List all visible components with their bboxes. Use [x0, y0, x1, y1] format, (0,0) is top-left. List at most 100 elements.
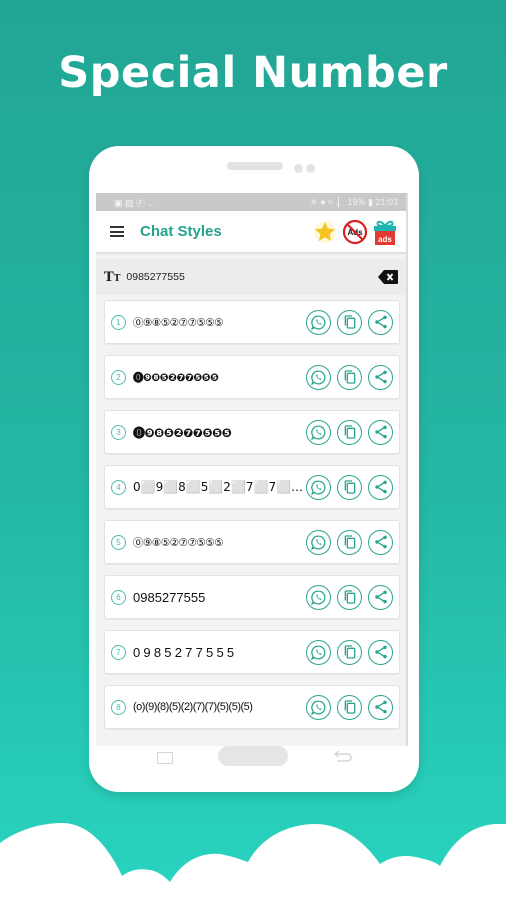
share-icon	[374, 535, 387, 549]
backspace-clear-icon[interactable]	[378, 270, 398, 284]
styled-number-text[interactable]: ⓪⑨⑧⑤②⑦⑦⑤⑤⑤	[133, 535, 306, 550]
whatsapp-button[interactable]	[306, 474, 331, 500]
share-button[interactable]	[368, 529, 393, 555]
share-icon	[374, 315, 387, 329]
home-button[interactable]	[218, 746, 288, 766]
svg-text:ads: ads	[378, 235, 392, 244]
styled-number-text[interactable]: (o)(9)(8)(5)(2)(7)(7)(5)(5)(5)	[133, 701, 306, 713]
text-size-icon: TT	[104, 269, 121, 285]
status-system: ✳ ● ≈ .▏ 19% ▮ 21:03	[310, 196, 398, 207]
share-button[interactable]	[368, 309, 393, 335]
styles-list: 1 ⓪⑨⑧⑤②⑦⑦⑤⑤⑤ 2 ⓿❾❽❺❷❼❼❺❺❺ 3 ⓿❾❽❺❷❼❼❺❺❺ 4…	[96, 295, 408, 729]
whatsapp-icon	[310, 369, 326, 385]
share-button[interactable]	[368, 474, 393, 500]
style-index-badge: 2	[111, 369, 126, 385]
phone-sensor	[294, 164, 303, 173]
share-button[interactable]	[368, 639, 393, 665]
back-arrow-icon[interactable]	[333, 749, 353, 763]
copy-icon	[344, 535, 355, 549]
whatsapp-icon	[310, 534, 326, 550]
gift-ads-button[interactable]: ads	[370, 217, 400, 247]
number-input[interactable]	[126, 271, 378, 283]
styled-number-text[interactable]: ⓿❾❽❺❷❼❼❺❺❺	[133, 424, 306, 441]
copy-icon	[344, 645, 355, 659]
whatsapp-icon	[310, 479, 326, 495]
whatsapp-button[interactable]	[306, 584, 331, 610]
style-index-badge: 8	[111, 699, 126, 715]
phone-camera	[306, 164, 315, 173]
remove-ads-button[interactable]: Ads	[340, 217, 370, 247]
share-icon	[374, 645, 387, 659]
whatsapp-button[interactable]	[306, 419, 331, 445]
styled-number-text[interactable]: ⓪⑨⑧⑤②⑦⑦⑤⑤⑤	[133, 315, 306, 330]
android-nav-bar	[89, 746, 419, 770]
number-input-bar: TT	[96, 259, 408, 295]
style-list-item: 8 (o)(9)(8)(5)(2)(7)(7)(5)(5)(5)	[104, 685, 400, 729]
rate-star-button[interactable]	[310, 217, 340, 247]
item-actions	[306, 474, 393, 500]
style-list-item: 2 ⓿❾❽❺❷❼❼❺❺❺	[104, 355, 400, 399]
copy-button[interactable]	[337, 584, 362, 610]
share-icon	[374, 590, 387, 604]
hamburger-menu-icon[interactable]	[110, 226, 124, 237]
item-actions	[306, 584, 393, 610]
share-icon	[374, 700, 387, 714]
share-button[interactable]	[368, 694, 393, 720]
status-bar: ▣ ▨ Ⓕ ... ✳ ● ≈ .▏ 19% ▮ 21:03	[96, 193, 408, 211]
copy-icon	[344, 370, 355, 384]
share-icon	[374, 480, 387, 494]
share-button[interactable]	[368, 419, 393, 445]
whatsapp-button[interactable]	[306, 694, 331, 720]
share-button[interactable]	[368, 364, 393, 390]
copy-button[interactable]	[337, 529, 362, 555]
whatsapp-button[interactable]	[306, 529, 331, 555]
whatsapp-button[interactable]	[306, 364, 331, 390]
whatsapp-button[interactable]	[306, 639, 331, 665]
app-title: Chat Styles	[140, 223, 222, 240]
style-list-item: 3 ⓿❾❽❺❷❼❼❺❺❺	[104, 410, 400, 454]
app-bar: Chat Styles Ads	[96, 211, 408, 253]
phone-speaker	[227, 162, 283, 170]
star-icon	[314, 220, 336, 243]
copy-button[interactable]	[337, 309, 362, 335]
whatsapp-icon	[310, 589, 326, 605]
whatsapp-button[interactable]	[306, 309, 331, 335]
item-actions	[306, 419, 393, 445]
item-actions	[306, 364, 393, 390]
status-notifications: ▣ ▨ Ⓕ ...	[114, 197, 156, 208]
style-index-badge: 4	[111, 479, 126, 495]
copy-button[interactable]	[337, 419, 362, 445]
copy-button[interactable]	[337, 474, 362, 500]
item-actions	[306, 309, 393, 335]
whatsapp-icon	[310, 644, 326, 660]
styled-number-text[interactable]: 0985277555	[133, 645, 306, 660]
styled-number-text[interactable]: ⓿❾❽❺❷❼❼❺❺❺	[133, 370, 306, 385]
styled-number-text[interactable]: 0985277555	[133, 590, 306, 605]
item-actions	[306, 639, 393, 665]
clouds-decoration	[0, 823, 506, 900]
style-index-badge: 6	[111, 589, 126, 605]
copy-button[interactable]	[337, 639, 362, 665]
gift-icon: ads	[374, 220, 396, 245]
copy-icon	[344, 315, 355, 329]
copy-icon	[344, 700, 355, 714]
share-button[interactable]	[368, 584, 393, 610]
style-list-item: 4 0⬜9⬜8⬜5⬜2⬜7⬜7⬜5⬜5⬜5	[104, 465, 400, 509]
styled-number-text[interactable]: 0⬜9⬜8⬜5⬜2⬜7⬜7⬜5⬜5⬜5	[133, 480, 306, 494]
copy-icon	[344, 425, 355, 439]
style-list-item: 6 0985277555	[104, 575, 400, 619]
item-actions	[306, 529, 393, 555]
recent-apps-button[interactable]	[157, 752, 173, 764]
style-list-item: 1 ⓪⑨⑧⑤②⑦⑦⑤⑤⑤	[104, 300, 400, 344]
copy-button[interactable]	[337, 364, 362, 390]
style-index-badge: 1	[111, 314, 126, 330]
style-list-item: 5 ⓪⑨⑧⑤②⑦⑦⑤⑤⑤	[104, 520, 400, 564]
copy-icon	[344, 590, 355, 604]
copy-icon	[344, 480, 355, 494]
promo-headline: Special Number	[58, 48, 448, 98]
whatsapp-icon	[310, 424, 326, 440]
list-scrollbar[interactable]	[406, 193, 408, 746]
copy-button[interactable]	[337, 694, 362, 720]
phone-mockup: ▣ ▨ Ⓕ ... ✳ ● ≈ .▏ 19% ▮ 21:03 Chat Styl…	[89, 146, 419, 792]
whatsapp-icon	[310, 314, 326, 330]
